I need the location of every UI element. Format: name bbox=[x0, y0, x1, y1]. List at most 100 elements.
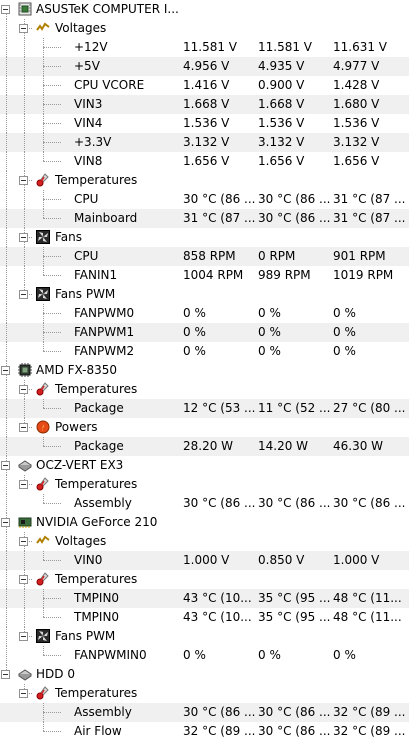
sensor-group-node[interactable]: Temperatures bbox=[0, 171, 409, 190]
tree-line bbox=[6, 285, 7, 304]
sensor-row[interactable]: FANPWM0 0 % 0 % 0 % bbox=[0, 304, 409, 323]
sensor-row[interactable]: +12V 11.581 V 11.581 V 11.631 V bbox=[0, 38, 409, 57]
sensor-group-node[interactable]: Temperatures bbox=[0, 570, 409, 589]
sensor-max: 48 °C (11... bbox=[333, 610, 402, 624]
sensor-value: 858 RPM bbox=[183, 249, 236, 263]
tree-line bbox=[6, 551, 7, 570]
collapse-toggle[interactable] bbox=[19, 423, 28, 432]
tree-line bbox=[43, 446, 61, 447]
collapse-toggle[interactable] bbox=[19, 575, 28, 584]
sensor-row[interactable]: Package 28.20 W 14.20 W 46.30 W bbox=[0, 437, 409, 456]
sensor-row[interactable]: Assembly 30 °C (86 ... 30 °C (86 ... 30 °C … bbox=[0, 494, 409, 513]
sensor-group-node[interactable]: Voltages bbox=[0, 532, 409, 551]
tree-line bbox=[24, 551, 25, 570]
sensor-row[interactable]: CPU 30 °C (86 ... 30 °C (86 ... 31 °C (87 .… bbox=[0, 190, 409, 209]
sensor-row[interactable]: VIN0 1.000 V 0.850 V 1.000 V bbox=[0, 551, 409, 570]
sensor-max: 0 % bbox=[333, 306, 356, 320]
tree-line bbox=[6, 152, 7, 171]
hardware-node[interactable]: ASUSTeK COMPUTER I... bbox=[0, 0, 409, 19]
tree-line bbox=[43, 399, 44, 408]
tree-line bbox=[6, 380, 7, 399]
sensor-value: 11.581 V bbox=[183, 40, 238, 54]
sensor-group-node[interactable]: Fans PWM bbox=[0, 627, 409, 646]
hardware-name: NVIDIA GeForce 210 bbox=[36, 515, 158, 529]
hardware-node[interactable]: AMD FX-8350 bbox=[0, 361, 409, 380]
collapse-toggle[interactable] bbox=[19, 233, 28, 242]
collapse-toggle[interactable] bbox=[1, 670, 10, 679]
sensor-min: 30 °C (86 ... bbox=[258, 496, 331, 510]
tree-line bbox=[43, 494, 44, 503]
sensor-value: 0 % bbox=[183, 306, 206, 320]
sensor-group-node[interactable]: Fans bbox=[0, 228, 409, 247]
tree-line bbox=[6, 133, 7, 152]
sensor-group-node[interactable]: Voltages bbox=[0, 19, 409, 38]
hardware-node[interactable]: OCZ-VERT EX3 bbox=[0, 456, 409, 475]
collapse-toggle[interactable] bbox=[19, 537, 28, 546]
sensor-row[interactable]: VIN8 1.656 V 1.656 V 1.656 V bbox=[0, 152, 409, 171]
tree-line bbox=[43, 104, 61, 105]
hardware-node[interactable]: HDD 0 bbox=[0, 665, 409, 684]
tree-line bbox=[6, 247, 7, 266]
sensor-value: 1.000 V bbox=[183, 553, 230, 567]
sensor-row[interactable]: VIN4 1.536 V 1.536 V 1.536 V bbox=[0, 114, 409, 133]
sensor-row[interactable]: FANPWMIN0 0 % 0 % 0 % bbox=[0, 646, 409, 665]
collapse-toggle[interactable] bbox=[1, 5, 10, 14]
sensor-row[interactable]: Air Flow 32 °C (89 ... 30 °C (86 ... 32 °C … bbox=[0, 722, 409, 741]
tree-line bbox=[43, 47, 61, 48]
tree-line bbox=[24, 266, 25, 285]
sensor-max: 4.977 V bbox=[333, 59, 380, 73]
hardware-node[interactable]: NVIDIA GeForce 210 bbox=[0, 513, 409, 532]
collapse-toggle[interactable] bbox=[1, 366, 10, 375]
sensor-value: 1.668 V bbox=[183, 97, 230, 111]
collapse-toggle[interactable] bbox=[1, 461, 10, 470]
collapse-toggle[interactable] bbox=[19, 24, 28, 33]
sensor-row[interactable]: Package 12 °C (53 ... 11 °C (52 ... 27 °C (… bbox=[0, 399, 409, 418]
sensor-max: 32 °C (89 ... bbox=[333, 705, 406, 719]
sensor-row[interactable]: FANIN1 1004 RPM 989 RPM 1019 RPM bbox=[0, 266, 409, 285]
tree-line bbox=[43, 332, 61, 333]
sensor-group-name: Temperatures bbox=[55, 477, 138, 491]
sensor-group-name: Fans PWM bbox=[55, 629, 116, 643]
sensor-row[interactable]: FANPWM2 0 % 0 % 0 % bbox=[0, 342, 409, 361]
sensor-row[interactable]: Assembly 30 °C (86 ... 30 °C (86 ... 32 °C … bbox=[0, 703, 409, 722]
tree-line bbox=[6, 114, 7, 133]
sensor-max: 1.680 V bbox=[333, 97, 380, 111]
sensor-row[interactable]: CPU 858 RPM 0 RPM 901 RPM bbox=[0, 247, 409, 266]
sensor-row[interactable]: FANPWM1 0 % 0 % 0 % bbox=[0, 323, 409, 342]
sensor-value: 1004 RPM bbox=[183, 268, 244, 282]
sensor-group-node[interactable]: Powers bbox=[0, 418, 409, 437]
tree-line bbox=[43, 617, 61, 618]
sensor-row[interactable]: CPU VCORE 1.416 V 0.900 V 1.428 V bbox=[0, 76, 409, 95]
collapse-toggle[interactable] bbox=[19, 385, 28, 394]
sensor-row[interactable]: +5V 4.956 V 4.935 V 4.977 V bbox=[0, 57, 409, 76]
sensor-row[interactable]: VIN3 1.668 V 1.668 V 1.680 V bbox=[0, 95, 409, 114]
collapse-toggle[interactable] bbox=[19, 689, 28, 698]
collapse-toggle[interactable] bbox=[19, 176, 28, 185]
tree-line bbox=[43, 646, 44, 655]
sensor-group-node[interactable]: Temperatures bbox=[0, 380, 409, 399]
sensor-value: 0 % bbox=[183, 344, 206, 358]
sensor-row[interactable]: TMPIN0 43 °C (10... 35 °C (95 ... 48 °C (11… bbox=[0, 608, 409, 627]
sensor-group-node[interactable]: Temperatures bbox=[0, 475, 409, 494]
collapse-toggle[interactable] bbox=[19, 480, 28, 489]
tree-line bbox=[43, 123, 61, 124]
tree-line bbox=[6, 76, 7, 95]
sensor-name: Package bbox=[74, 439, 124, 453]
sensor-row[interactable]: +3.3V 3.132 V 3.132 V 3.132 V bbox=[0, 133, 409, 152]
collapse-toggle[interactable] bbox=[1, 518, 10, 527]
sensor-value: 30 °C (86 ... bbox=[183, 705, 256, 719]
tree-line bbox=[43, 218, 61, 219]
tree-line bbox=[6, 57, 7, 76]
sensor-group-node[interactable]: Fans PWM bbox=[0, 285, 409, 304]
sensor-group-node[interactable]: Temperatures bbox=[0, 684, 409, 703]
fan-icon bbox=[36, 230, 50, 244]
sensor-row[interactable]: TMPIN0 43 °C (10... 35 °C (95 ... 48 °C (11… bbox=[0, 589, 409, 608]
collapse-toggle[interactable] bbox=[19, 632, 28, 641]
sensor-name: +5V bbox=[74, 59, 100, 73]
sensor-name: VIN4 bbox=[74, 116, 103, 130]
sensor-row[interactable]: Mainboard 31 °C (87 ... 30 °C (86 ... 31 °C… bbox=[0, 209, 409, 228]
sensor-min: 0 % bbox=[258, 648, 281, 662]
fan-icon bbox=[36, 287, 50, 301]
sensor-min: 0 % bbox=[258, 344, 281, 358]
collapse-toggle[interactable] bbox=[19, 290, 28, 299]
